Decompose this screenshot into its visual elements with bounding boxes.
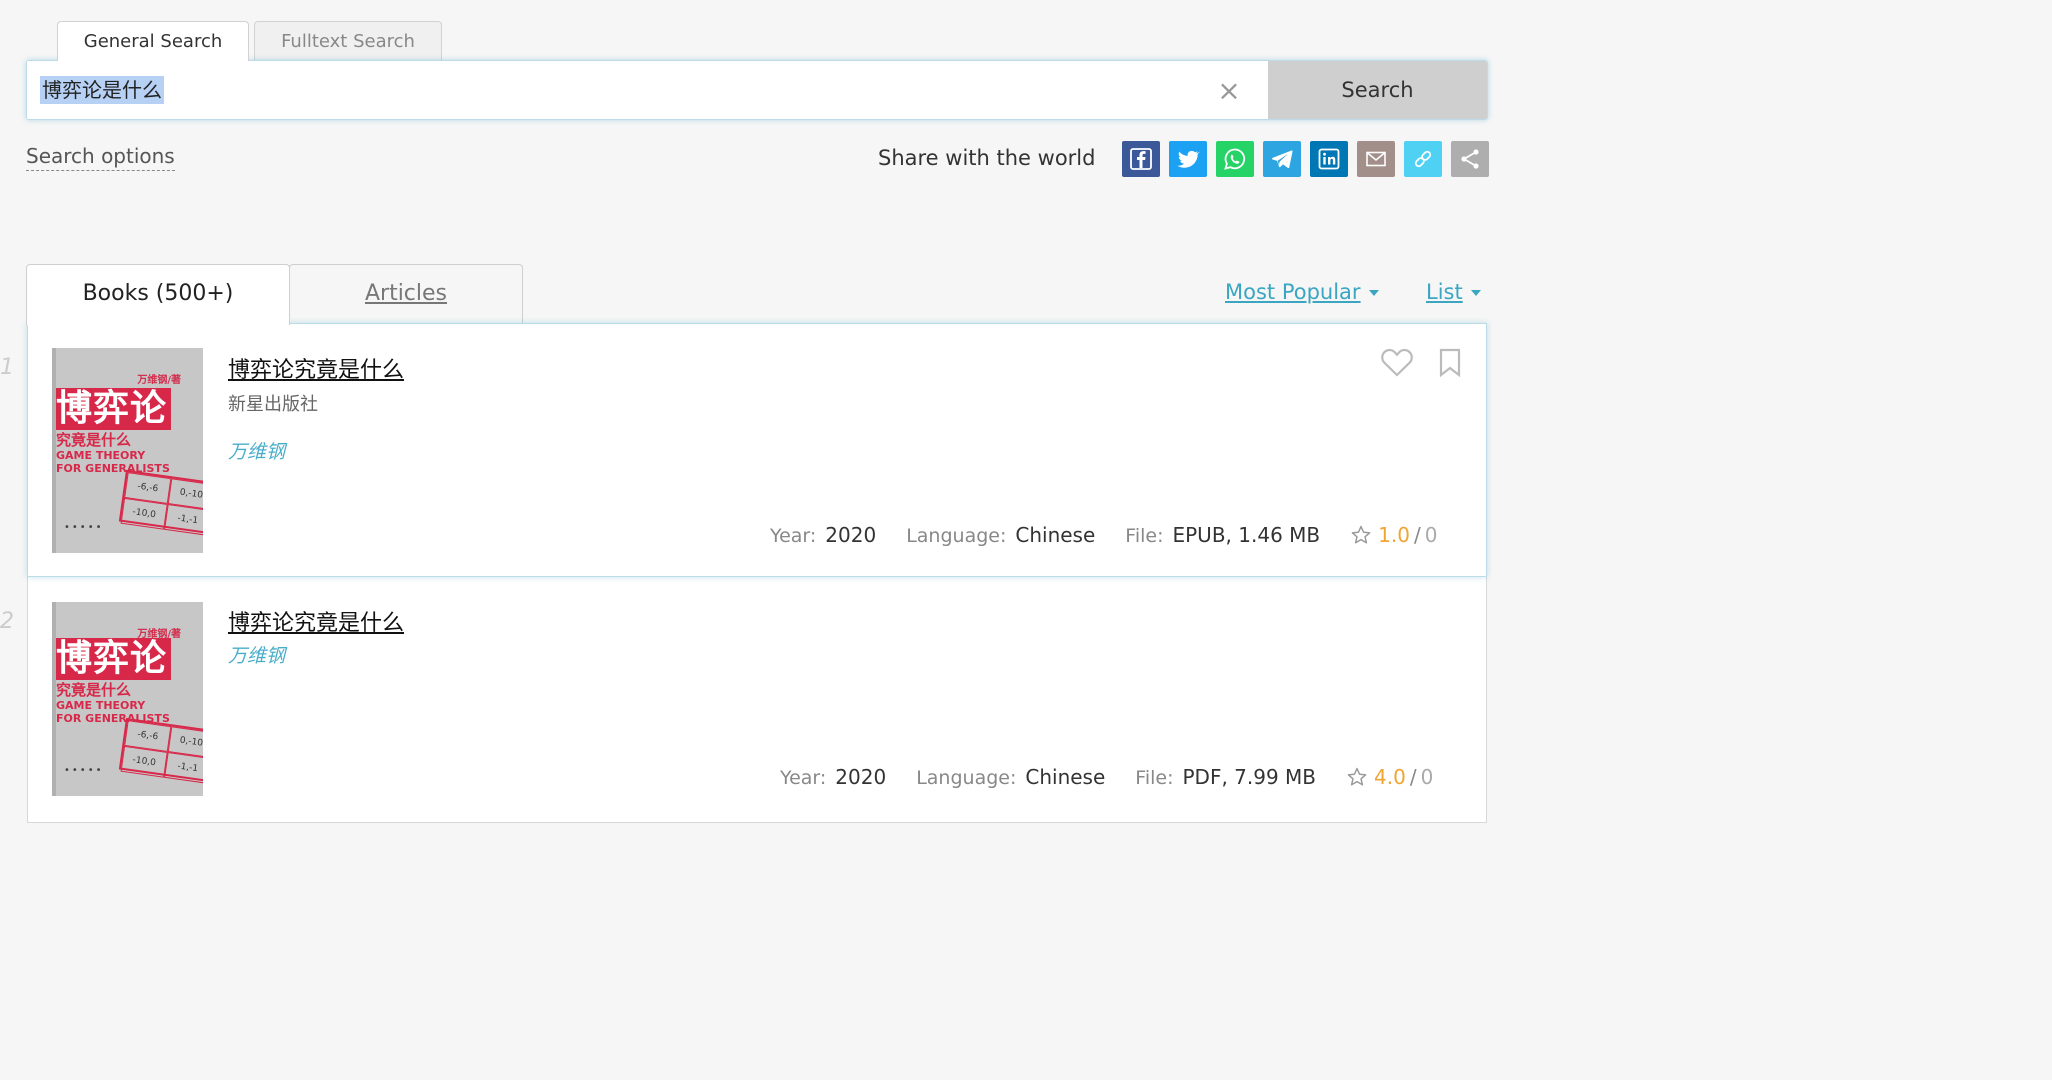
- file-value: PDF, 7.99 MB: [1182, 765, 1317, 789]
- whatsapp-icon[interactable]: [1216, 141, 1254, 177]
- search-query-text[interactable]: 博弈论是什么: [40, 76, 164, 104]
- share-icon[interactable]: [1451, 141, 1489, 177]
- rating-value: 4.0: [1374, 765, 1406, 789]
- view-mode-dropdown[interactable]: List: [1426, 280, 1481, 304]
- search-button[interactable]: Search: [1268, 61, 1487, 119]
- cover-matrix: -6,-6 0,-10 -10,0 -1,-1: [118, 717, 203, 784]
- result-item: 万维钢/著 博弈论 究竟是什么 GAME THEORY FOR GENERALI…: [27, 323, 1487, 577]
- language-label: Language:: [916, 767, 1017, 789]
- tab-articles[interactable]: Articles: [289, 264, 523, 324]
- search-options-link[interactable]: Search options: [26, 144, 175, 171]
- cover-english-title: GAME THEORY FOR GENERALISTS: [56, 449, 170, 475]
- cover-matrix-cell: -10,0: [120, 745, 168, 778]
- tab-general-search[interactable]: General Search: [57, 21, 249, 61]
- book-title-link[interactable]: 博弈论究竟是什么: [228, 352, 404, 384]
- cover-matrix-cell: -1,-1: [164, 503, 203, 536]
- tab-fulltext-search[interactable]: Fulltext Search: [254, 21, 442, 61]
- book-cover[interactable]: 万维钢/著 博弈论 究竟是什么 GAME THEORY FOR GENERALI…: [52, 348, 203, 553]
- cover-matrix-cell: -1,-1: [164, 751, 203, 784]
- star-icon[interactable]: [1346, 766, 1368, 788]
- book-author-link[interactable]: 万维钢: [228, 641, 285, 668]
- view-mode-label: List: [1426, 280, 1463, 304]
- language-value: Chinese: [1015, 523, 1096, 547]
- cover-subtitle: 究竟是什么: [56, 431, 132, 449]
- book-publisher: 新星出版社: [228, 394, 318, 415]
- row-index: 2: [0, 609, 14, 634]
- year-value: 2020: [835, 765, 887, 789]
- link-icon[interactable]: [1404, 141, 1442, 177]
- year-label: Year:: [780, 767, 827, 789]
- row-index: 1: [0, 355, 14, 380]
- book-meta: Year: 2020 Language: Chinese File: EPUB,…: [770, 523, 1437, 547]
- year-value: 2020: [825, 523, 877, 547]
- file-label: File:: [1135, 767, 1174, 789]
- email-icon[interactable]: [1357, 141, 1395, 177]
- heart-icon[interactable]: [1380, 346, 1414, 378]
- cover-decoration: •••••: [64, 522, 104, 533]
- tab-books[interactable]: Books (500+): [26, 264, 290, 325]
- rating-votes: 0: [1420, 765, 1434, 789]
- cover-title: 博弈论: [56, 388, 172, 430]
- twitter-icon[interactable]: [1169, 141, 1207, 177]
- cover-matrix-cell: -10,0: [120, 497, 168, 530]
- telegram-icon[interactable]: [1263, 141, 1301, 177]
- share-label: Share with the world: [878, 146, 1096, 170]
- rating-value: 1.0: [1378, 523, 1410, 547]
- language-value: Chinese: [1025, 765, 1106, 789]
- facebook-icon[interactable]: [1122, 141, 1160, 177]
- sort-order-dropdown[interactable]: Most Popular: [1225, 280, 1379, 304]
- book-cover[interactable]: 万维钢/著 博弈论 究竟是什么 GAME THEORY FOR GENERALI…: [52, 602, 203, 796]
- rating-separator: /: [1413, 523, 1421, 547]
- cover-decoration: •••••: [64, 765, 104, 776]
- cover-title: 博弈论: [56, 638, 172, 680]
- caret-down-icon: [1368, 290, 1379, 296]
- close-icon[interactable]: ×: [1216, 77, 1242, 105]
- rating-separator: /: [1409, 765, 1417, 789]
- result-item: 万维钢/著 博弈论 究竟是什么 GAME THEORY FOR GENERALI…: [27, 577, 1487, 823]
- year-label: Year:: [770, 525, 817, 547]
- language-label: Language:: [906, 525, 1007, 547]
- file-value: EPUB, 1.46 MB: [1172, 523, 1321, 547]
- linkedin-icon[interactable]: [1310, 141, 1348, 177]
- cover-matrix: -6,-6 0,-10 -10,0 -1,-1: [118, 469, 203, 536]
- book-author-link[interactable]: 万维钢: [228, 437, 285, 464]
- file-label: File:: [1125, 525, 1164, 547]
- rating-votes: 0: [1424, 523, 1438, 547]
- cover-subtitle: 究竟是什么: [56, 681, 132, 699]
- search-bar: 博弈论是什么 × Search: [26, 60, 1488, 120]
- star-icon[interactable]: [1350, 524, 1372, 546]
- share-icons: [1122, 141, 1489, 177]
- caret-down-icon: [1470, 290, 1481, 296]
- search-input[interactable]: 博弈论是什么 ×: [27, 61, 1268, 119]
- bookmark-icon[interactable]: [1438, 348, 1462, 378]
- sort-order-label: Most Popular: [1225, 280, 1361, 304]
- book-meta: Year: 2020 Language: Chinese File: PDF, …: [780, 765, 1433, 789]
- book-title-link[interactable]: 博弈论究竟是什么: [228, 605, 404, 637]
- cover-author: 万维钢/著: [137, 375, 181, 386]
